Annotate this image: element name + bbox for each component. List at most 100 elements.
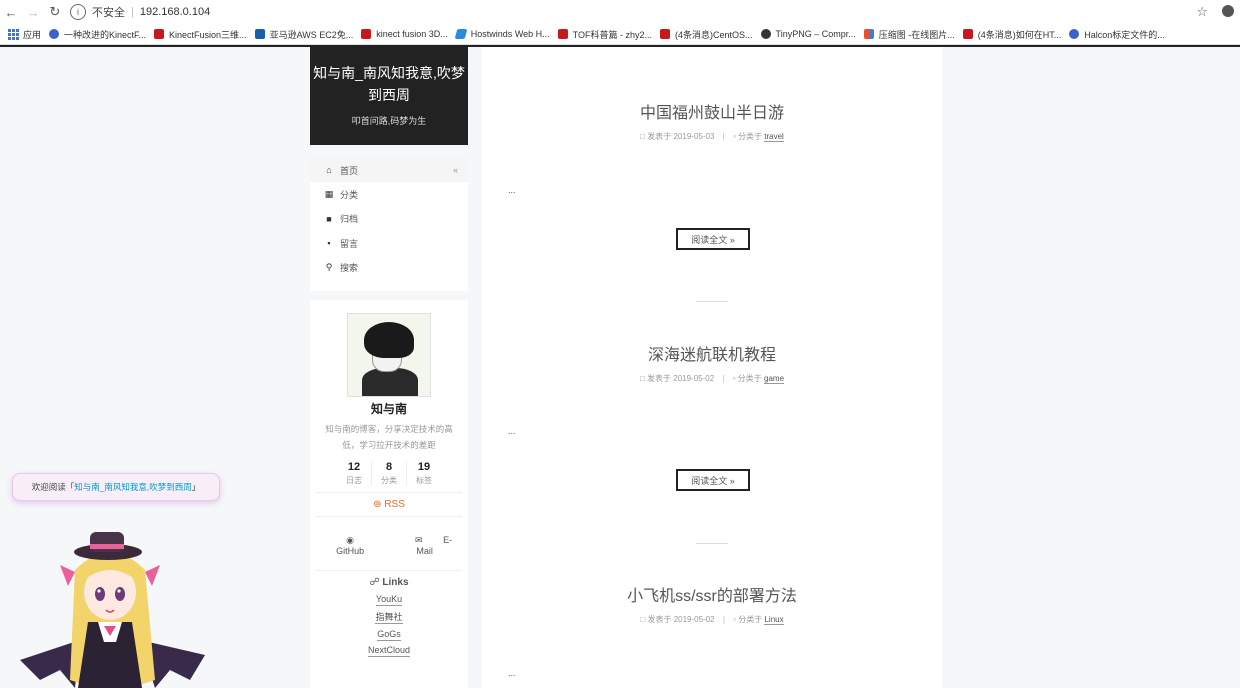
post-list: 中国福州鼓山半日游 □ 发表于 2019-05-03 | ▫ 分类于 trave… <box>482 47 942 688</box>
menu-item-categories[interactable]: ▦ 分类 <box>310 182 468 206</box>
link-label[interactable]: 指舞社 <box>375 612 403 624</box>
account-icon[interactable] <box>1222 5 1234 17</box>
post-title[interactable]: 深海迷航联机教程 <box>482 341 942 365</box>
author-profile: 知与南 知与南的博客，分享决定技术的高低，学习拉开技术的差距 12 日志 8 分… <box>310 300 468 688</box>
bookmark-item[interactable]: Halcon标定文件的... <box>1069 28 1165 41</box>
bookmark-item[interactable]: KinectFusion三维... <box>154 28 247 41</box>
forward-icon[interactable]: → <box>22 0 44 24</box>
menu-item-search[interactable]: ⚲ 搜索 <box>310 256 468 280</box>
github-link[interactable]: ◉ GitHub <box>319 535 381 556</box>
post-meta: □ 发表于 2019-05-02 | ▫ 分类于 Linux <box>482 614 942 625</box>
grid-icon: ▦ <box>324 189 334 200</box>
bookmark-star-icon[interactable]: ☆ <box>1196 4 1208 20</box>
links-title-label: Links <box>382 577 409 588</box>
csdn-icon <box>361 29 372 39</box>
bookmark-item[interactable]: TinyPNG – Compr... <box>760 29 856 39</box>
links-heading: ☍ Links <box>310 577 468 588</box>
read-more-button[interactable]: 阅读全文 » <box>676 228 750 250</box>
link-item[interactable]: GoGs <box>310 629 468 641</box>
tip-prefix: 欢迎阅读「 <box>31 482 75 492</box>
rss-label: RSS <box>384 499 405 510</box>
bookmark-item[interactable]: 压缩图 -在线图片... <box>863 28 955 41</box>
post-header: 中国福州鼓山半日游 □ 发表于 2019-05-03 | ▫ 分类于 trave… <box>482 99 942 142</box>
csdn-icon <box>154 29 165 39</box>
info-icon[interactable]: i <box>70 4 86 20</box>
site-subtitle: 叩首问路,码梦为生 <box>351 116 427 126</box>
live2d-mascot[interactable] <box>20 530 220 688</box>
back-icon[interactable]: ← <box>0 0 22 24</box>
stat-posts[interactable]: 12 日志 <box>337 461 371 486</box>
email-link[interactable]: ✉ E-Mail <box>399 535 459 556</box>
link-label[interactable]: NextCloud <box>367 645 411 657</box>
menu-item-home[interactable]: ⌂ 首页 « <box>310 158 468 183</box>
bookmark-label: (4条消息)CentOS... <box>675 29 753 40</box>
author-description: 知与南的博客，分享决定技术的高低，学习拉开技术的差距 <box>325 424 453 450</box>
posted-label: 发表于 <box>647 132 672 141</box>
bookmark-item[interactable]: 一种改进的KinectF... <box>49 28 146 41</box>
post-excerpt: ... <box>508 185 516 195</box>
post-date: 2019-05-02 <box>673 615 715 624</box>
bookmark-label: 压缩图 -在线图片... <box>878 29 955 40</box>
bookmark-label: Halcon标定文件的... <box>1084 29 1165 40</box>
post-title[interactable]: 小飞机ss/ssr的部署方法 <box>482 582 942 606</box>
stat-label: 分类 <box>381 476 397 485</box>
insecure-label: 不安全 <box>92 7 125 19</box>
folder-icon: ▫ <box>732 132 736 141</box>
read-more-button[interactable]: 阅读全文 » <box>676 469 750 491</box>
meta-divider: | <box>722 374 725 383</box>
menu-item-label: 留言 <box>340 238 359 249</box>
bookmark-label: kinect fusion 3D... <box>376 29 448 39</box>
address-bar[interactable]: i 不安全 | 192.168.0.104 <box>70 2 1220 22</box>
post-category[interactable]: Linux <box>764 615 784 625</box>
stat-categories[interactable]: 8 分类 <box>371 461 406 486</box>
bookmark-item[interactable]: TOF科普篇 - zhy2... <box>557 28 653 41</box>
divider <box>316 516 462 517</box>
stat-tags[interactable]: 19 标签 <box>406 461 441 486</box>
site-title[interactable]: 知与南_南风知我意,吹梦到西周 <box>310 62 468 106</box>
link-item[interactable]: NextCloud <box>310 645 468 657</box>
stat-count: 19 <box>417 461 431 473</box>
posted-label: 发表于 <box>647 615 672 624</box>
post-category[interactable]: game <box>764 374 785 384</box>
comment-icon: ▪ <box>327 238 331 249</box>
bookmark-item[interactable]: (4条消息)如何在HT... <box>962 28 1061 41</box>
post-excerpt: ... <box>508 668 516 678</box>
url-text[interactable]: 192.168.0.104 <box>140 6 210 18</box>
link-item[interactable]: YouKu <box>310 594 468 606</box>
link-label[interactable]: GoGs <box>377 629 401 641</box>
bookmark-item[interactable]: (4条消息)CentOS... <box>660 28 753 41</box>
address-separator: | <box>131 6 134 18</box>
link-item[interactable]: 指舞社 <box>310 610 468 624</box>
bookmark-item[interactable]: 亚马逊AWS EC2免... <box>254 28 354 41</box>
site-stats: 12 日志 8 分类 19 标签 <box>310 461 468 486</box>
tip-highlight[interactable]: 知与南_南风知我意,吹梦到西周 <box>74 481 192 493</box>
bookmark-apps[interactable]: 应用 <box>8 28 41 41</box>
post-title[interactable]: 中国福州鼓山半日游 <box>482 99 942 123</box>
post-header: 深海迷航联机教程 □ 发表于 2019-05-02 | ▫ 分类于 game <box>482 341 942 384</box>
avatar <box>347 313 431 397</box>
folder-icon: ▫ <box>732 374 736 383</box>
calendar-icon: □ <box>639 374 645 383</box>
category-label: 分类于 <box>738 615 763 624</box>
bookmark-item[interactable]: Hostwinds Web H... <box>454 29 550 39</box>
bookmark-label: TOF科普篇 - zhy2... <box>572 29 653 40</box>
post-category[interactable]: travel <box>764 132 784 142</box>
menu-item-label: 分类 <box>340 190 359 201</box>
bookmark-label: 一种改进的KinectF... <box>64 29 147 40</box>
archive-icon: ■ <box>326 213 332 224</box>
rss-link[interactable]: ⊚ RSS <box>310 499 468 510</box>
bing-icon <box>254 29 265 39</box>
bookmark-item[interactable]: kinect fusion 3D... <box>361 29 448 39</box>
link-label[interactable]: YouKu <box>375 594 403 606</box>
menu-item-guestbook[interactable]: ▪ 留言 <box>310 231 468 255</box>
menu-item-archives[interactable]: ■ 归档 <box>310 207 468 231</box>
stat-label: 日志 <box>346 476 362 485</box>
csdn-icon <box>660 29 671 39</box>
compress-icon <box>863 29 874 39</box>
reload-icon[interactable]: ↻ <box>44 0 66 24</box>
paw-icon <box>49 29 60 39</box>
welcome-tooltip: 欢迎阅读「 知与南_南风知我意,吹梦到西周 」 <box>12 473 220 501</box>
stat-label: 标签 <box>416 476 432 485</box>
bookmark-label: 亚马逊AWS EC2免... <box>269 29 354 40</box>
post-separator <box>696 543 728 544</box>
